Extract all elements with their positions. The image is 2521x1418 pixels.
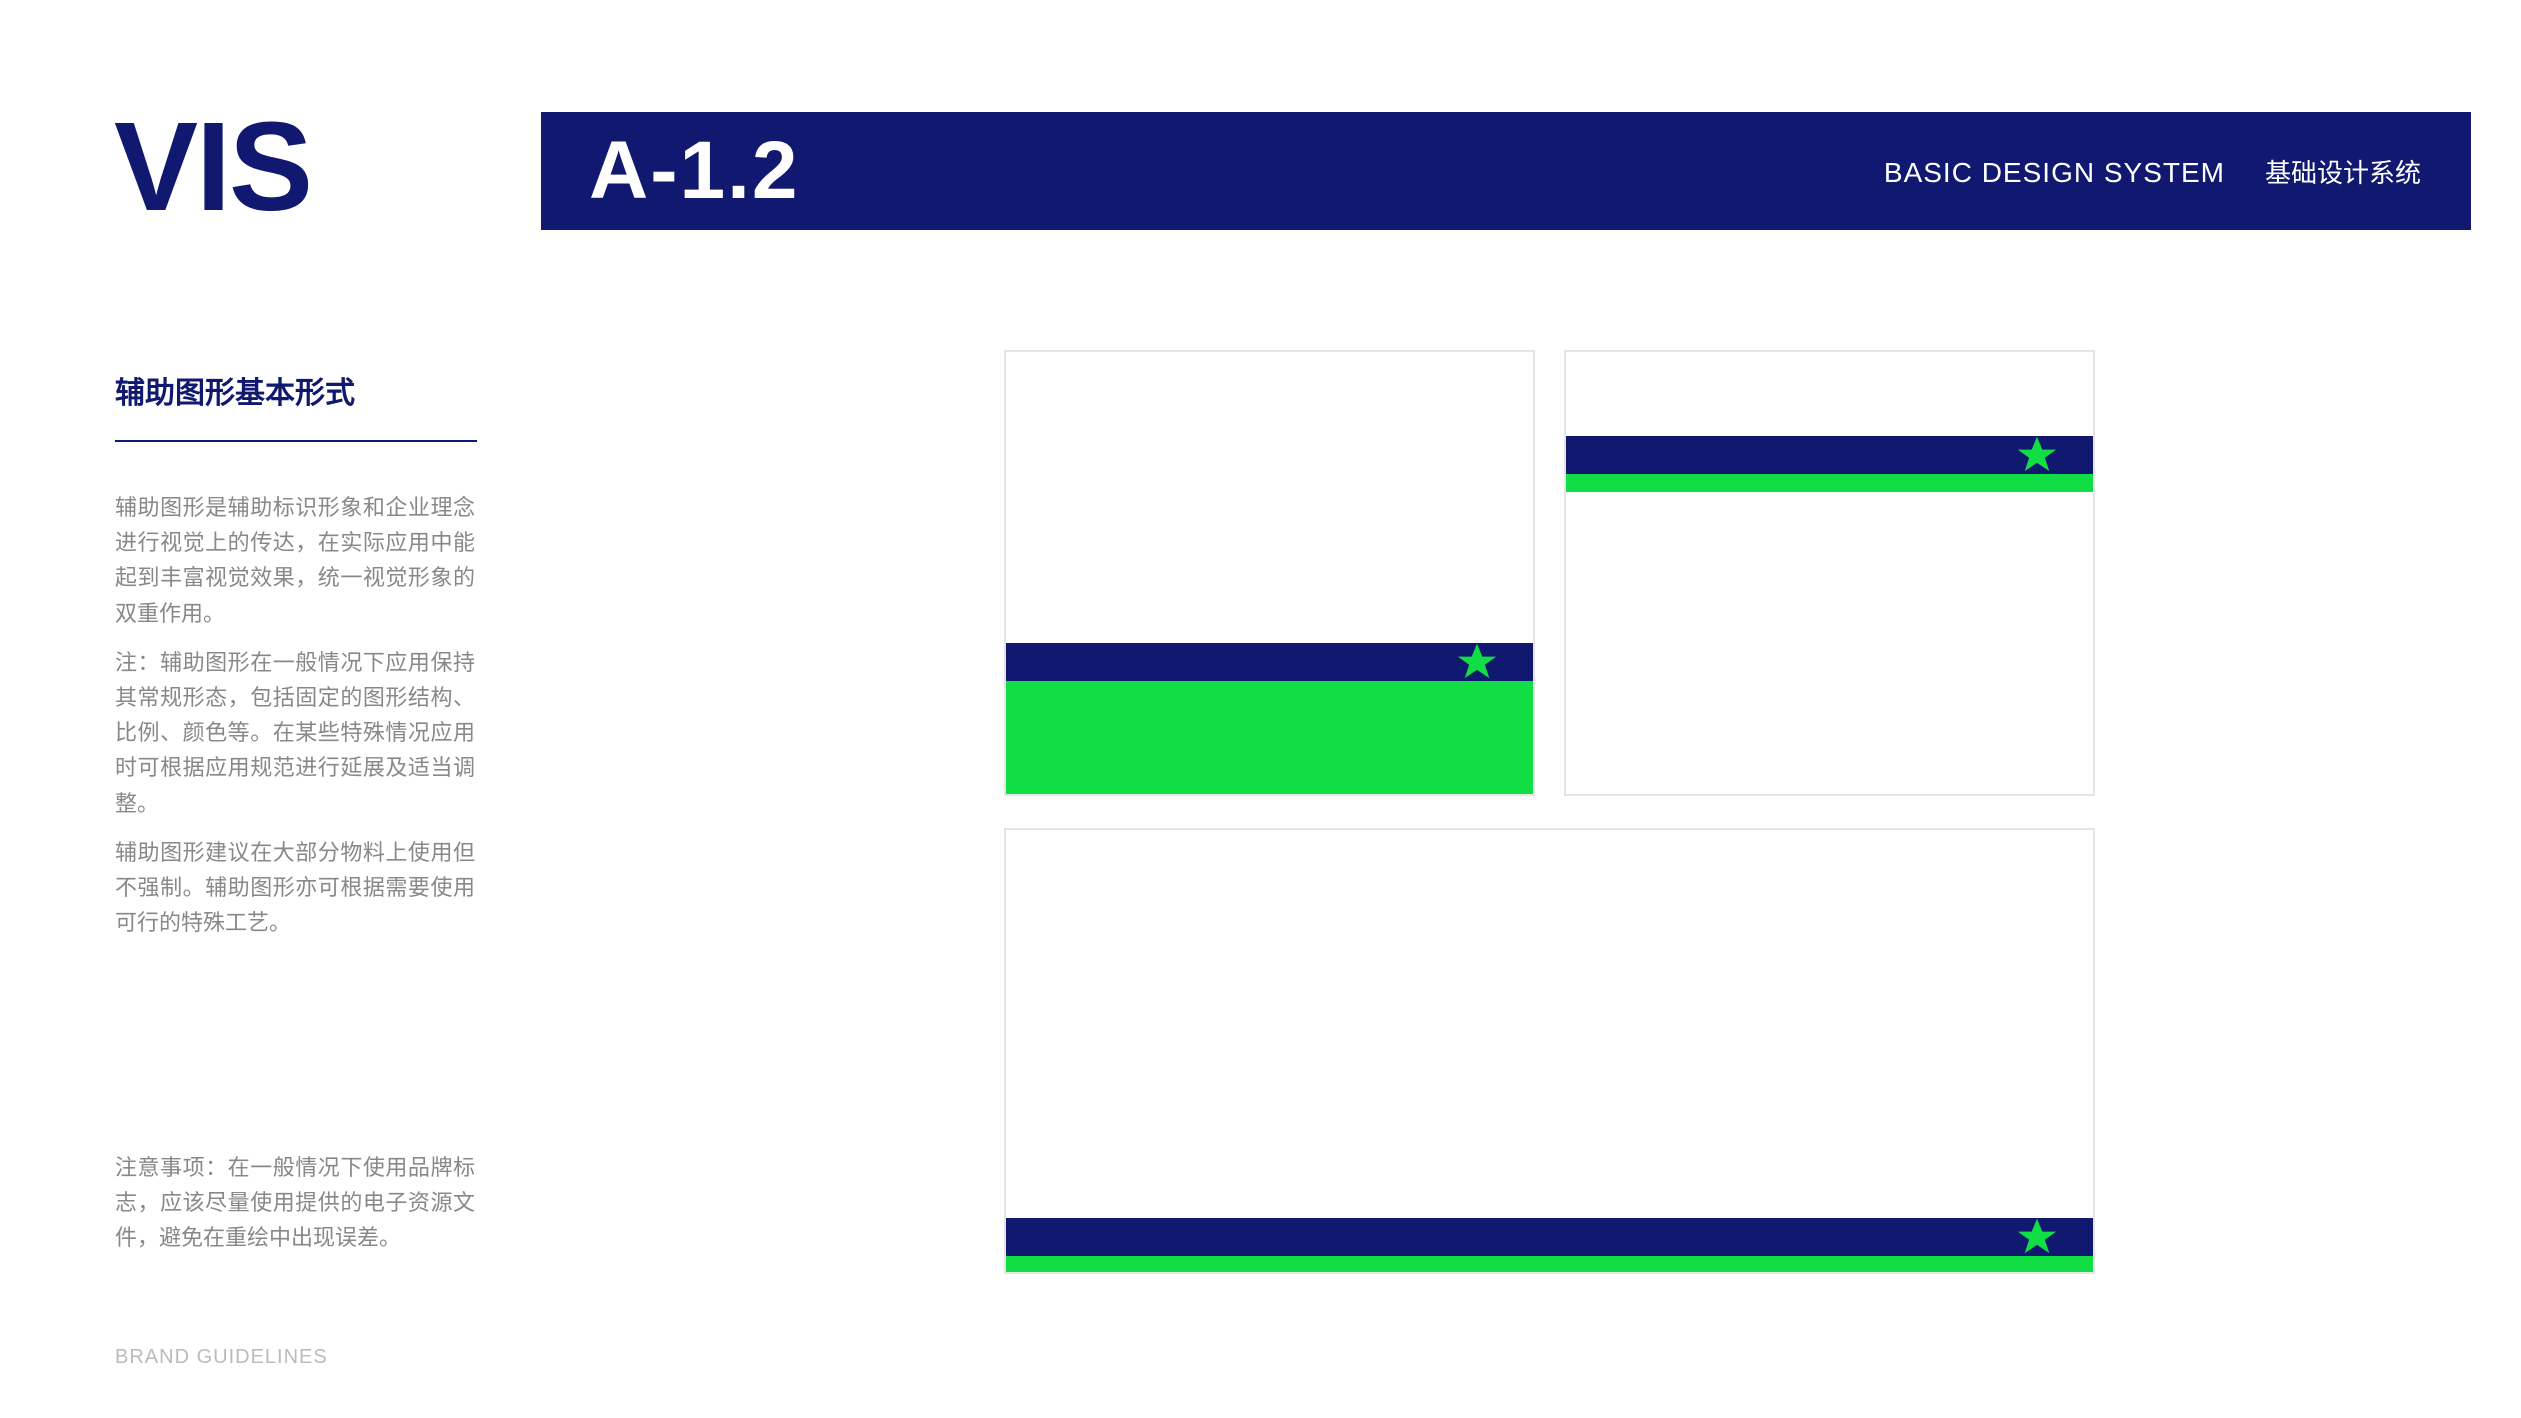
- section-title: 辅助图形基本形式: [115, 368, 475, 412]
- body-paragraph-3: 辅助图形建议在大部分物料上使用但不强制。辅助图形亦可根据需要使用可行的特殊工艺。: [115, 835, 475, 941]
- vis-logo: VIS: [114, 104, 311, 230]
- header-label-en: BASIC DESIGN SYSTEM: [1884, 157, 2225, 189]
- notice-block: 注意事项：在一般情况下使用品牌标志，应该尽量使用提供的电子资源文件，避免在重绘中…: [115, 1150, 475, 1270]
- green-stripe: [1004, 681, 1535, 796]
- page-root: VIS A-1.2 BASIC DESIGN SYSTEM 基础设计系统 辅助图…: [0, 0, 2521, 1418]
- header-label-cn: 基础设计系统: [2265, 153, 2421, 190]
- body-paragraph-2: 注：辅助图形在一般情况下应用保持其常规形态，包括固定的图形结构、比例、颜色等。在…: [115, 645, 475, 821]
- dark-stripe: [1004, 1218, 2095, 1256]
- stripe-container: [1004, 1218, 2095, 1274]
- dark-stripe: [1004, 643, 1535, 681]
- title-underline: [115, 440, 477, 442]
- example-box-c: [1004, 828, 2095, 1274]
- header-bar: A-1.2 BASIC DESIGN SYSTEM 基础设计系统: [541, 112, 2471, 230]
- star-icon: [1455, 640, 1499, 684]
- star-icon: [2015, 433, 2059, 477]
- stripe-container: [1004, 643, 1535, 796]
- example-box-b: [1564, 350, 2095, 796]
- footer-label: BRAND GUIDELINES: [115, 1346, 328, 1369]
- example-box-a: [1004, 350, 1535, 796]
- body-paragraph-1: 辅助图形是辅助标识形象和企业理念进行视觉上的传达，在实际应用中能起到丰富视觉效果…: [115, 490, 475, 631]
- sidebar: 辅助图形基本形式 辅助图形是辅助标识形象和企业理念进行视觉上的传达，在实际应用中…: [115, 368, 475, 954]
- header-right: BASIC DESIGN SYSTEM 基础设计系统: [1884, 153, 2421, 190]
- section-code: A-1.2: [589, 124, 800, 218]
- star-icon: [2015, 1215, 2059, 1259]
- green-stripe: [1004, 1256, 2095, 1274]
- dark-stripe: [1564, 436, 2095, 474]
- notice-text: 注意事项：在一般情况下使用品牌标志，应该尽量使用提供的电子资源文件，避免在重绘中…: [115, 1150, 475, 1256]
- stripe-container: [1564, 436, 2095, 492]
